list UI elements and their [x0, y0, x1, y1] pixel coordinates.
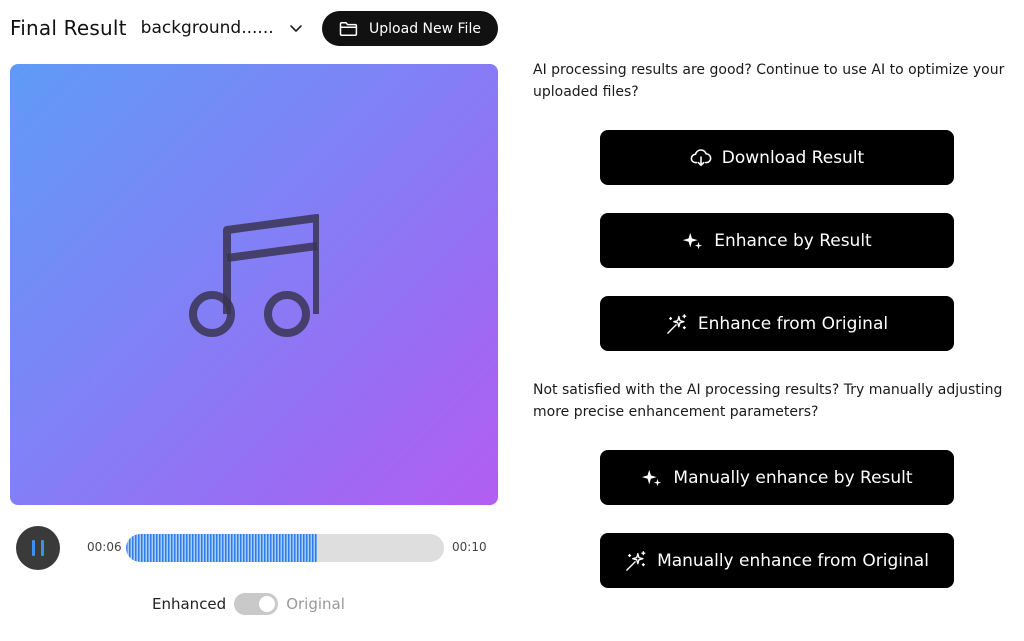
cloud-download-icon	[690, 147, 712, 169]
enhanced-original-switch[interactable]	[234, 593, 279, 615]
current-time: 00:06	[87, 540, 122, 554]
magic-wand-icon	[666, 313, 688, 335]
header: Final Result background......	[10, 10, 304, 46]
manual-enhance-by-result-label: Manually enhance by Result	[673, 467, 913, 488]
download-result-button[interactable]: Download Result	[600, 130, 954, 185]
pause-button[interactable]	[16, 526, 60, 570]
upload-button-label: Upload New File	[369, 20, 481, 37]
folder-icon	[339, 21, 358, 37]
file-selector[interactable]: background......	[141, 18, 304, 38]
upload-new-file-button[interactable]: Upload New File	[322, 11, 498, 46]
sparkle-icon	[641, 467, 663, 489]
enhanced-original-toggle-row: Enhanced Original	[152, 592, 345, 616]
enhance-by-result-button[interactable]: Enhance by Result	[600, 213, 954, 268]
enhance-from-original-button[interactable]: Enhance from Original	[600, 296, 954, 351]
page-title: Final Result	[10, 16, 127, 40]
music-note-icon	[189, 213, 319, 344]
enhance-from-original-label: Enhance from Original	[697, 313, 889, 334]
waveform-played	[126, 534, 317, 562]
toggle-label-original: Original	[286, 595, 345, 613]
duration-time: 00:10	[452, 540, 487, 554]
ai-good-prompt: AI processing results are good? Continue…	[533, 62, 1005, 100]
file-name: background......	[140, 18, 274, 38]
toggle-label-enhanced: Enhanced	[152, 595, 227, 613]
magic-wand-icon	[625, 550, 647, 572]
waveform-progress[interactable]	[126, 534, 444, 562]
audio-artwork	[10, 64, 498, 505]
chevron-down-icon	[288, 20, 304, 36]
manual-enhance-from-original-button[interactable]: Manually enhance from Original	[600, 533, 954, 588]
switch-knob	[259, 596, 276, 612]
sparkle-icon	[682, 230, 704, 252]
enhance-by-result-label: Enhance by Result	[714, 230, 872, 251]
pause-icon	[29, 540, 47, 556]
download-result-label: Download Result	[721, 147, 865, 168]
audio-player: 00:06 00:10	[16, 526, 487, 572]
manual-enhance-by-result-button[interactable]: Manually enhance by Result	[600, 450, 954, 505]
not-satisfied-prompt: Not satisfied with the AI processing res…	[533, 382, 1003, 420]
manual-enhance-from-original-label: Manually enhance from Original	[657, 550, 929, 571]
